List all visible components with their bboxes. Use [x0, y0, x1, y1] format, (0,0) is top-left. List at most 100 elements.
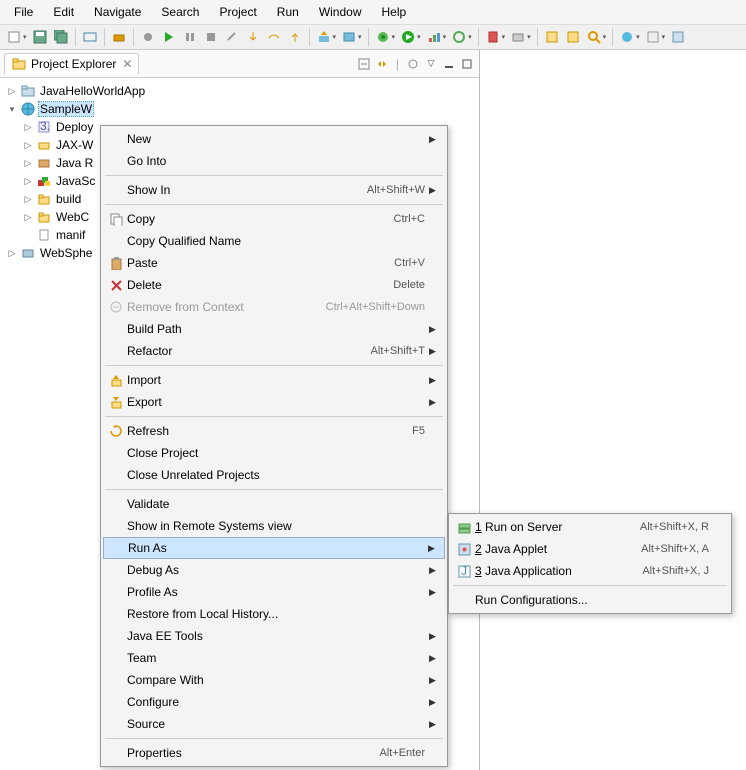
menu-item-configure[interactable]: Configure▶: [103, 691, 445, 713]
menu-help[interactable]: Help: [374, 3, 415, 21]
expand-icon[interactable]: ▷: [22, 140, 34, 151]
pause-icon[interactable]: [180, 27, 200, 47]
menu-item-compare-with[interactable]: Compare With▶: [103, 669, 445, 691]
expand-icon[interactable]: ▷: [6, 86, 18, 97]
build-icon[interactable]: [109, 27, 129, 47]
menu-item-export[interactable]: Export▶: [103, 391, 445, 413]
menu-item-java-applet[interactable]: 2 Java AppletAlt+Shift+X, A: [451, 538, 729, 560]
expand-icon[interactable]: ▷: [6, 248, 18, 259]
open-type-icon[interactable]: [542, 27, 562, 47]
menu-window[interactable]: Window: [311, 3, 370, 21]
menu-item-show-in-remote-systems-view[interactable]: Show in Remote Systems view: [103, 515, 445, 537]
dropdown-icon[interactable]: ▾: [468, 33, 474, 41]
resume-icon[interactable]: [159, 27, 179, 47]
search-icon[interactable]: [584, 27, 604, 47]
menu-item-go-into[interactable]: Go Into: [103, 150, 445, 172]
stepinto-icon[interactable]: [243, 27, 263, 47]
skip-breakpoints-icon[interactable]: [138, 27, 158, 47]
menu-item-properties[interactable]: PropertiesAlt+Enter: [103, 742, 445, 764]
focus-task-icon[interactable]: [405, 56, 421, 72]
menu-item-copy[interactable]: CopyCtrl+C: [103, 208, 445, 230]
close-icon[interactable]: ✕: [122, 57, 132, 71]
menu-item-refresh[interactable]: RefreshF5: [103, 420, 445, 442]
menu-item-new[interactable]: New▶: [103, 128, 445, 150]
menu-item-close-unrelated-projects[interactable]: Close Unrelated Projects: [103, 464, 445, 486]
menu-run[interactable]: Run: [269, 3, 307, 21]
menu-item-paste[interactable]: PasteCtrl+V: [103, 252, 445, 274]
dropdown-icon[interactable]: ▾: [636, 33, 642, 41]
link-editor-icon[interactable]: [374, 56, 390, 72]
expand-icon[interactable]: ▷: [22, 176, 34, 187]
menu-item-build-path[interactable]: Build Path▶: [103, 318, 445, 340]
menu-item-debug-as[interactable]: Debug As▶: [103, 559, 445, 581]
run-icon[interactable]: [398, 27, 418, 47]
server-icon[interactable]: [339, 27, 359, 47]
menu-item-delete[interactable]: DeleteDelete: [103, 274, 445, 296]
menu-item-close-project[interactable]: Close Project: [103, 442, 445, 464]
menu-project[interactable]: Project: [211, 3, 264, 21]
dropdown-icon[interactable]: ▾: [392, 33, 398, 41]
menu-item-profile-as[interactable]: Profile As▶: [103, 581, 445, 603]
menu-item-run-on-server[interactable]: 1 Run on ServerAlt+Shift+X, R: [451, 516, 729, 538]
annotations-icon[interactable]: [643, 27, 663, 47]
new-icon[interactable]: [4, 27, 24, 47]
open-task-icon[interactable]: [563, 27, 583, 47]
expand-icon[interactable]: ▷: [22, 194, 34, 205]
menu-item-validate[interactable]: Validate: [103, 493, 445, 515]
tree-item-samplew[interactable]: ▾ SampleW: [2, 100, 477, 118]
expand-icon[interactable]: ▷: [22, 122, 34, 133]
menu-item-copy-qualified-name[interactable]: Copy Qualified Name: [103, 230, 445, 252]
minimize-icon[interactable]: [441, 56, 457, 72]
dropdown-icon[interactable]: ▾: [443, 33, 449, 41]
project-explorer-tab[interactable]: Project Explorer ✕: [4, 53, 139, 74]
menu-item-import[interactable]: Import▶: [103, 369, 445, 391]
view-title: Project Explorer: [31, 57, 116, 71]
external-tools-icon[interactable]: [483, 27, 503, 47]
maximize-icon[interactable]: [459, 56, 475, 72]
stepover-icon[interactable]: [264, 27, 284, 47]
dropdown-icon[interactable]: ▾: [333, 33, 339, 41]
menu-file[interactable]: File: [6, 3, 41, 21]
shortcut: Delete: [393, 279, 429, 291]
menu-item-java-application[interactable]: J3 Java ApplicationAlt+Shift+X, J: [451, 560, 729, 582]
dropdown-icon[interactable]: ▾: [358, 33, 364, 41]
disconnect-icon[interactable]: [222, 27, 242, 47]
menu-navigate[interactable]: Navigate: [86, 3, 149, 21]
perspective-icon[interactable]: [668, 27, 688, 47]
menu-item-run-configurations-[interactable]: Run Configurations...: [451, 589, 729, 611]
dropdown-icon[interactable]: ▾: [662, 33, 668, 41]
new-server-icon[interactable]: [508, 27, 528, 47]
menu-item-java-ee-tools[interactable]: Java EE Tools▶: [103, 625, 445, 647]
menu-item-source[interactable]: Source▶: [103, 713, 445, 735]
dropdown-icon[interactable]: ▾: [23, 33, 29, 41]
toggle-breadcrumb-icon[interactable]: [80, 27, 100, 47]
expand-icon[interactable]: ▷: [22, 158, 34, 169]
collapse-all-icon[interactable]: [356, 56, 372, 72]
profile-icon[interactable]: [424, 27, 444, 47]
menu-item-restore-from-local-history-[interactable]: Restore from Local History...: [103, 603, 445, 625]
dropdown-icon[interactable]: ▾: [603, 33, 609, 41]
menu-item-refactor[interactable]: RefactorAlt+Shift+T▶: [103, 340, 445, 362]
tree-item-javahelloworldapp[interactable]: ▷ JavaHelloWorldApp: [2, 82, 477, 100]
coverage-icon[interactable]: [449, 27, 469, 47]
menu-item-remove-from-context[interactable]: Remove from ContextCtrl+Alt+Shift+Down: [103, 296, 445, 318]
save-icon[interactable]: [30, 27, 50, 47]
stepreturn-icon[interactable]: [285, 27, 305, 47]
menu-edit[interactable]: Edit: [45, 3, 82, 21]
save-all-icon[interactable]: [51, 27, 71, 47]
menu-label: Show in Remote Systems view: [127, 519, 429, 533]
debug-icon[interactable]: [373, 27, 393, 47]
menu-search[interactable]: Search: [153, 3, 207, 21]
web-browser-icon[interactable]: [617, 27, 637, 47]
publish-icon[interactable]: [314, 27, 334, 47]
menu-item-run-as[interactable]: Run As▶: [103, 537, 445, 559]
dropdown-icon[interactable]: ▾: [527, 33, 533, 41]
expand-icon[interactable]: ▷: [22, 212, 34, 223]
collapse-icon[interactable]: ▾: [6, 104, 18, 115]
dropdown-icon[interactable]: ▾: [417, 33, 423, 41]
stop-icon[interactable]: [201, 27, 221, 47]
view-menu-icon[interactable]: ▽: [423, 56, 439, 72]
menu-item-show-in[interactable]: Show InAlt+Shift+W▶: [103, 179, 445, 201]
menu-item-team[interactable]: Team▶: [103, 647, 445, 669]
dropdown-icon[interactable]: ▾: [502, 33, 508, 41]
